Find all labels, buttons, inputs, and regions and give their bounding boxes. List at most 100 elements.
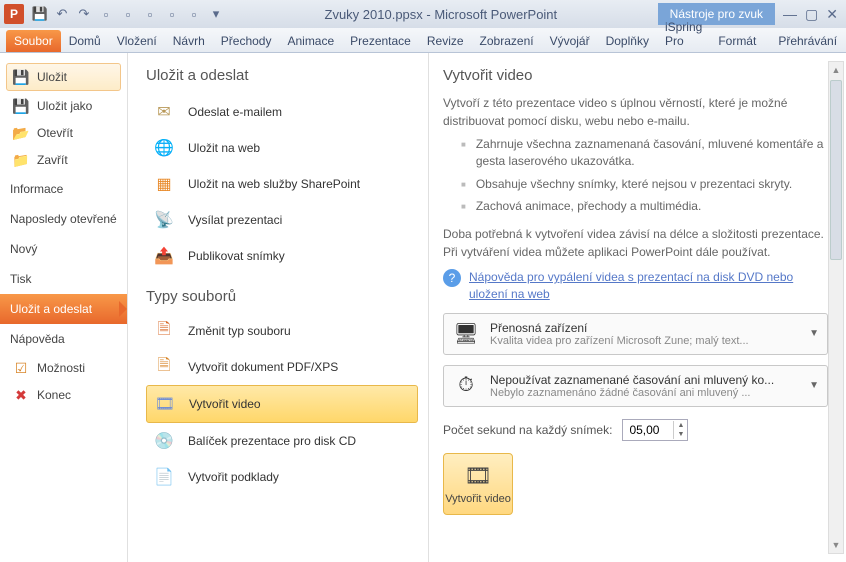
tab-navrh[interactable]: Návrh [165,30,213,52]
filetype-icon: 🗎 [154,321,174,341]
nav-print[interactable]: Tisk [0,264,127,294]
scroll-up-icon[interactable]: ▲ [829,62,843,78]
panel-description: Vytvoří z této prezentace video s úplnou… [443,94,828,130]
tab-vyvojar[interactable]: Vývojář [542,30,598,52]
section-header: Uložit a odeslat [146,67,418,84]
item-label: Vytvořit video [189,397,261,411]
option-title: Přenosná zařízení [490,321,799,335]
nav-label: Možnosti [37,361,85,375]
nav-save[interactable]: 💾 Uložit [6,63,121,91]
item-save-web[interactable]: 🌐Uložit na web [146,130,418,166]
bullet-text: Zahrnuje všechna zaznamenaná časování, m… [476,136,828,170]
save-icon[interactable]: 💾 [32,6,48,22]
folder-open-icon: 📂 [13,125,29,141]
option-title: Nepoužívat zaznamenané časování ani mluv… [490,373,799,387]
nav-exit[interactable]: ✖Konec [4,382,123,408]
email-icon: ✉ [154,102,174,122]
item-create-handouts[interactable]: 📄Vytvořit podklady [146,459,418,495]
nav-options[interactable]: ☑Možnosti [4,355,123,381]
publish-icon: 📤 [154,246,174,266]
nav-label: Zavřít [37,153,68,167]
close-icon[interactable]: ✕ [826,6,838,23]
bullet-item: Zachová animace, přechody a multimédia. [461,198,828,215]
item-label: Vysílat prezentaci [188,213,282,227]
video-icon: 🎞 [155,394,175,414]
handout-icon: 📄 [154,467,174,487]
qat-dropdown-icon[interactable]: ▾ [208,6,224,22]
spinner-down-icon[interactable]: ▼ [674,430,687,439]
option-subtitle: Nebylo zaznamenáno žádné časování ani ml… [490,387,799,399]
tab-animace[interactable]: Animace [279,30,342,52]
item-create-pdf[interactable]: 🗎Vytvořit dokument PDF/XPS [146,349,418,385]
tab-ispring[interactable]: iSpring Pro [657,16,710,52]
nav-recent[interactable]: Naposledy otevřené [0,204,127,234]
item-broadcast[interactable]: 📡Vysílat prezentaci [146,202,418,238]
tab-prechody[interactable]: Přechody [213,30,280,52]
tab-doplnky[interactable]: Doplňky [598,30,657,52]
scroll-down-icon[interactable]: ▼ [829,537,843,553]
create-video-panel: Vytvořit video Vytvoří z této prezentace… [428,53,846,562]
qat-icon[interactable]: ▫ [120,6,136,22]
tab-revize[interactable]: Revize [419,30,472,52]
section-header: Typy souborů [146,288,418,305]
item-save-sharepoint[interactable]: ▦Uložit na web služby SharePoint [146,166,418,202]
chevron-down-icon: ▼ [809,328,819,339]
quick-access-toolbar: 💾 ↶ ↷ ▫ ▫ ▫ ▫ ▫ ▾ [32,6,224,22]
cd-icon: 💿 [154,431,174,451]
tab-prezentace[interactable]: Prezentace [342,30,419,52]
item-send-email[interactable]: ✉ Odeslat e-mailem [146,94,418,130]
tab-domu[interactable]: Domů [61,30,109,52]
qat-icon[interactable]: ▫ [98,6,114,22]
item-label: Odeslat e-mailem [188,105,282,119]
tab-vlozeni[interactable]: Vložení [109,30,165,52]
item-label: Vytvořit dokument PDF/XPS [188,360,338,374]
info-icon: ? [443,269,461,287]
item-label: Uložit na web služby SharePoint [188,177,360,191]
device-icon: 🖥 [452,320,480,348]
vertical-scrollbar[interactable]: ▲ ▼ [828,61,844,554]
bullet-item: Obsahuje všechny snímky, které nejsou v … [461,176,828,193]
create-video-button[interactable]: 🎞 Vytvořit video [443,453,513,515]
qat-icon[interactable]: ▫ [186,6,202,22]
video-icon: 🎞 [464,463,492,489]
window-controls: — ▢ ✕ [783,6,838,23]
item-package-cd[interactable]: 💿Balíček prezentace pro disk CD [146,423,418,459]
item-change-type[interactable]: 🗎 Změnit typ souboru [146,313,418,349]
nav-open[interactable]: 📂Otevřít [4,120,123,146]
qat-icon[interactable]: ▫ [164,6,180,22]
item-label: Změnit typ souboru [188,324,291,338]
option-subtitle: Kvalita videa pro zařízení Microsoft Zun… [490,335,799,347]
qat-icon[interactable]: ▫ [142,6,158,22]
nav-save-send[interactable]: Uložit a odeslat [0,294,127,324]
spinner-up-icon[interactable]: ▲ [674,421,687,430]
nav-help[interactable]: Nápověda [0,324,127,354]
scroll-thumb[interactable] [830,80,842,260]
nav-new[interactable]: Nový [0,234,127,264]
panel-title: Vytvořit video [443,67,828,84]
maximize-icon[interactable]: ▢ [805,6,818,23]
tab-prehravani[interactable]: Přehrávání [770,30,845,52]
timing-dropdown[interactable]: ⏱ Nepoužívat zaznamenané časování ani ml… [443,365,828,407]
help-link[interactable]: Nápověda pro vypálení videa s prezentací… [469,269,828,303]
item-label: Uložit na web [188,141,260,155]
item-label: Publikovat snímky [188,249,285,263]
save-icon: 💾 [13,69,29,85]
save-send-categories: Uložit a odeslat ✉ Odeslat e-mailem 🌐Ulož… [128,53,428,562]
item-publish-slides[interactable]: 📤 Publikovat snímky [146,238,418,274]
nav-info[interactable]: Informace [0,174,127,204]
seconds-input[interactable] [623,421,673,439]
nav-label: Uložit [37,70,67,84]
undo-icon[interactable]: ↶ [54,6,70,22]
video-quality-dropdown[interactable]: 🖥 Přenosná zařízení Kvalita videa pro za… [443,313,828,355]
nav-save-as[interactable]: 💾Uložit jako [4,93,123,119]
tab-zobrazeni[interactable]: Zobrazení [472,30,542,52]
minimize-icon[interactable]: — [783,6,797,23]
tab-soubor[interactable]: Soubor [6,30,61,52]
bullet-text: Obsahuje všechny snímky, které nejsou v … [476,176,792,193]
tab-format[interactable]: Formát [710,30,764,52]
folder-close-icon: 📁 [13,152,29,168]
item-create-video[interactable]: 🎞 Vytvořit video [146,385,418,423]
seconds-spinner[interactable]: ▲ ▼ [622,419,688,441]
redo-icon[interactable]: ↷ [76,6,92,22]
nav-close[interactable]: 📁 Zavřít [4,147,123,173]
